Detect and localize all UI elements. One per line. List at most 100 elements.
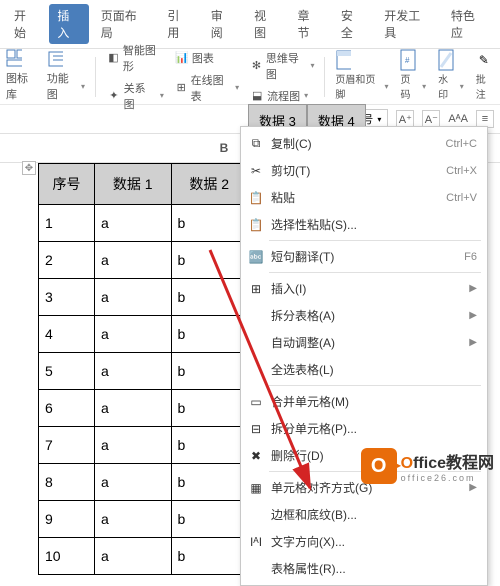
table-cell[interactable]: b — [171, 353, 248, 390]
table-cell[interactable]: 4 — [39, 316, 95, 353]
table-cell[interactable]: b — [171, 390, 248, 427]
cut-icon: ✂ — [248, 163, 264, 179]
ctx-拆分单元格(P)...[interactable]: ⊟拆分单元格(P)... — [241, 415, 487, 442]
watermark-button[interactable]: 水印 — [438, 71, 464, 101]
bold-button[interactable]: B — [214, 138, 234, 158]
table-cell[interactable]: b — [171, 464, 248, 501]
header-icon[interactable] — [335, 52, 351, 68]
ctx-item-label: 合并单元格(M) — [271, 393, 349, 410]
tab-insert[interactable]: 插入 — [49, 4, 88, 44]
ctx-自动调整(A)[interactable]: 自动调整(A)▶ — [241, 329, 487, 356]
ctx-短句翻译(T)[interactable]: 🔤短句翻译(T)F6 — [241, 243, 487, 270]
table-cell[interactable]: 3 — [39, 279, 95, 316]
icon-library-label[interactable]: 图标库 — [6, 70, 37, 102]
table-cell[interactable]: 1 — [39, 205, 95, 242]
table-cell[interactable]: 8 — [39, 464, 95, 501]
ctx-item-label: 短句翻译(T) — [271, 248, 334, 265]
ctx-拆分表格(A)[interactable]: 拆分表格(A)▶ — [241, 302, 487, 329]
online-chart-button[interactable]: ⊞在线图表 — [174, 72, 239, 104]
paste-special-icon: 📋 — [248, 217, 264, 233]
ctx-表格属性(R)...[interactable]: 表格属性(R)... — [241, 555, 487, 582]
tab-reference[interactable]: 引用 — [159, 4, 198, 44]
function-button[interactable] — [47, 51, 85, 67]
ctx-边框和底纹(B)...[interactable]: 边框和底纹(B)... — [241, 501, 487, 528]
table-cell[interactable]: a — [95, 501, 172, 538]
table-cell[interactable]: 5 — [39, 353, 95, 390]
table-cell[interactable]: 9 — [39, 501, 95, 538]
ctx-合并单元格(M)[interactable]: ▭合并单元格(M) — [241, 388, 487, 415]
table-cell[interactable]: 7 — [39, 427, 95, 464]
table-cell[interactable]: a — [95, 427, 172, 464]
table-row[interactable]: 3ab — [39, 279, 248, 316]
ctx-shortcut: Ctrl+X — [446, 165, 477, 177]
table-cell[interactable]: b — [171, 316, 248, 353]
tab-section[interactable]: 章节 — [290, 4, 329, 44]
split-icon: ⊟ — [248, 421, 264, 437]
relation-button[interactable]: ✦关系图 — [106, 80, 164, 112]
tab-review[interactable]: 审阅 — [203, 4, 242, 44]
table-cell[interactable]: b — [171, 501, 248, 538]
table-cell[interactable]: a — [95, 316, 172, 353]
table-cell[interactable]: b — [171, 205, 248, 242]
table-cell[interactable]: b — [171, 538, 248, 575]
table-row[interactable]: 5ab — [39, 353, 248, 390]
table-cell[interactable]: 10 — [39, 538, 95, 575]
th-seq[interactable]: 序号 — [39, 164, 95, 205]
table-cell[interactable]: a — [95, 538, 172, 575]
table-cell[interactable]: b — [171, 242, 248, 279]
table-row[interactable]: 10ab — [39, 538, 248, 575]
annotate-button[interactable]: 批注 — [476, 71, 494, 101]
header-footer-button[interactable]: 页眉和页脚 — [335, 71, 388, 101]
tab-security[interactable]: 安全 — [333, 4, 372, 44]
table-cell[interactable]: 2 — [39, 242, 95, 279]
table-row[interactable]: 8ab — [39, 464, 248, 501]
mindmap-button[interactable]: ✻思维导图 — [249, 50, 314, 82]
flowchart-button[interactable]: ⬓流程图 — [249, 88, 314, 104]
ctx-剪切(T)[interactable]: ✂剪切(T)Ctrl+X — [241, 157, 487, 184]
tab-feature[interactable]: 特色应 — [443, 4, 494, 44]
paste-icon: 📋 — [248, 190, 264, 206]
table-move-handle[interactable]: ✥ — [22, 161, 36, 175]
table-cell[interactable]: a — [95, 353, 172, 390]
table-row[interactable]: 1ab — [39, 205, 248, 242]
th-data2[interactable]: 数据 2 — [171, 164, 248, 205]
table-row[interactable]: 7ab — [39, 427, 248, 464]
tab-view[interactable]: 视图 — [246, 4, 285, 44]
table-cell[interactable]: b — [171, 279, 248, 316]
table-row[interactable]: 9ab — [39, 501, 248, 538]
table-cell[interactable]: 6 — [39, 390, 95, 427]
watermark-icon[interactable] — [438, 52, 454, 68]
icon-library-button[interactable] — [6, 51, 37, 67]
ctx-选择性粘贴(S)...[interactable]: 📋选择性粘贴(S)... — [241, 211, 487, 238]
table-row[interactable]: 2ab — [39, 242, 248, 279]
tab-layout[interactable]: 页面布局 — [93, 4, 156, 44]
ctx-插入(I)[interactable]: ⊞插入(I)▶ — [241, 275, 487, 302]
chart-button[interactable]: 📊图表 — [174, 50, 239, 66]
pagenum-icon[interactable]: # — [400, 52, 416, 68]
annotate-icon[interactable]: ✎ — [476, 52, 492, 68]
table-cell[interactable]: a — [95, 390, 172, 427]
table-cell[interactable]: a — [95, 205, 172, 242]
table-header-row: 序号 数据 1 数据 2 — [39, 164, 248, 205]
table-row[interactable]: 6ab — [39, 390, 248, 427]
th-data1[interactable]: 数据 1 — [95, 164, 172, 205]
table-cell[interactable]: a — [95, 464, 172, 501]
table-row[interactable]: 4ab — [39, 316, 248, 353]
table-cell[interactable]: a — [95, 279, 172, 316]
tab-dev[interactable]: 开发工具 — [376, 4, 439, 44]
ctx-粘贴[interactable]: 📋粘贴Ctrl+V — [241, 184, 487, 211]
ctx-全选表格(L)[interactable]: 全选表格(L) — [241, 356, 487, 383]
cover-icon — [6, 51, 22, 67]
smartart-button[interactable]: ◧智能图形 — [106, 42, 164, 74]
function-label[interactable]: 功能图 — [47, 70, 85, 102]
ctx-item-label: 删除行(D) — [271, 447, 324, 464]
ctx-文字方向(X)...[interactable]: IᴬI文字方向(X)... — [241, 528, 487, 555]
ctx-item-label: 拆分表格(A) — [271, 307, 335, 324]
table-cell[interactable]: a — [95, 242, 172, 279]
pagenum-button[interactable]: 页码 — [400, 71, 426, 101]
tab-start[interactable]: 开始 — [6, 4, 45, 44]
flowchart-icon: ⬓ — [249, 88, 265, 104]
data-table[interactable]: 序号 数据 1 数据 2 1ab2ab3ab4ab5ab6ab7ab8ab9ab… — [38, 163, 248, 575]
ctx-复制(C)[interactable]: ⧉复制(C)Ctrl+C — [241, 130, 487, 157]
table-cell[interactable]: b — [171, 427, 248, 464]
